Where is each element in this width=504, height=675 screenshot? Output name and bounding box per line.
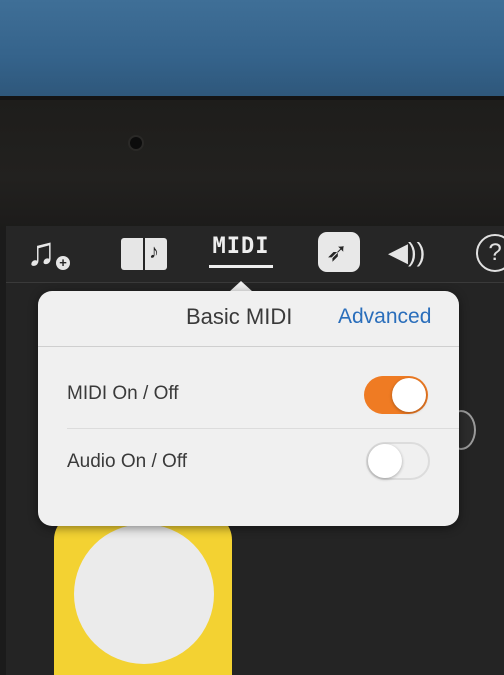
midi-toggle[interactable] — [364, 376, 428, 414]
midi-button[interactable]: MIDI — [209, 230, 273, 276]
midi-icon: MIDI — [212, 234, 270, 259]
pad-circle[interactable] — [74, 524, 214, 664]
popover-title: Basic MIDI — [186, 304, 293, 329]
toggle-knob — [368, 444, 402, 478]
speaker-button[interactable]: ◀︎)) — [388, 230, 434, 276]
add-music-button[interactable]: ♫ + — [26, 230, 70, 276]
row-separator — [67, 428, 459, 429]
audio-toggle-label: Audio On / Off — [67, 451, 188, 472]
toggle-knob — [392, 378, 426, 412]
music-note-plus-icon: ♫ — [26, 230, 56, 274]
music-note-icon: ♪ — [149, 241, 159, 263]
advanced-button[interactable]: Advanced — [338, 305, 431, 329]
background-fabric — [0, 0, 504, 104]
songbook-icon — [121, 238, 143, 270]
help-icon: ? — [488, 239, 502, 266]
songbook-button[interactable]: ♪ — [121, 230, 169, 276]
midi-selected-underline — [209, 265, 273, 268]
popover-divider — [38, 346, 459, 347]
plus-badge-icon: + — [56, 256, 70, 270]
swift-icon: ➶ — [326, 237, 348, 267]
audio-toggle[interactable] — [366, 442, 430, 480]
device-bezel — [0, 96, 504, 230]
speaker-icon: ◀︎)) — [388, 237, 426, 267]
midi-toggle-label: MIDI On / Off — [67, 383, 179, 404]
front-camera — [130, 137, 142, 149]
swift-button[interactable]: ➶ — [318, 232, 360, 272]
